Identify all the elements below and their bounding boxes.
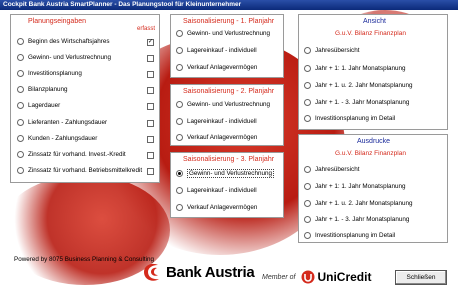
powered-by-text: Powered by 8075 Business Planning & Cons… bbox=[14, 256, 155, 263]
radio-button[interactable] bbox=[176, 47, 183, 54]
bank-austria-swirl-icon bbox=[144, 263, 159, 281]
planning-panel: Planungseingaben erfasst Beginn des Wirt… bbox=[10, 14, 160, 183]
radio-button[interactable] bbox=[304, 47, 311, 54]
seasonal-panel-1: Saisonalisierung - 1. Planjahr Gewinn- u… bbox=[170, 14, 284, 78]
planning-item[interactable]: Beginn des Wirtschaftsjahres bbox=[17, 37, 110, 46]
view-item[interactable]: Investitionsplanung im Detail bbox=[304, 114, 395, 123]
radio-button[interactable] bbox=[17, 119, 24, 126]
print-panel: Ausdrucke G.u.V. Bilanz Finanzplan Jahre… bbox=[298, 134, 448, 243]
planning-header: Planungseingaben bbox=[28, 18, 86, 25]
erfasst-checkbox bbox=[147, 136, 154, 143]
radio-button[interactable] bbox=[304, 115, 311, 122]
seasonal-item[interactable]: Verkauf Anlagevermögen bbox=[176, 203, 257, 212]
seasonal-item[interactable]: Gewinn- und Verlustrechnung bbox=[176, 100, 270, 109]
planning-item[interactable]: Zinssatz für vorhand. Betriebsmittelkred… bbox=[17, 166, 142, 175]
close-button[interactable]: Schließen bbox=[395, 270, 447, 285]
seasonal-header-1: Saisonalisierung - 1. Planjahr bbox=[183, 18, 275, 25]
radio-button[interactable] bbox=[304, 183, 311, 190]
radio-button[interactable] bbox=[176, 118, 183, 125]
radio-button[interactable] bbox=[304, 200, 311, 207]
print-item[interactable]: Jahr + 1. u. 2. Jahr Monatsplanung bbox=[304, 199, 413, 208]
radio-button[interactable] bbox=[304, 82, 311, 89]
print-item[interactable]: Jahresübersicht bbox=[304, 165, 359, 174]
radio-button[interactable] bbox=[17, 135, 24, 142]
window-title: Cockpit Bank Austria SmartPlanner - Das … bbox=[0, 0, 458, 10]
seasonal-item[interactable]: Lagereinkauf - individuell bbox=[176, 117, 257, 126]
seasonal-panel-3: Saisonalisierung - 3. Planjahr Gewinn- u… bbox=[170, 152, 284, 218]
print-subheader: G.u.V. Bilanz Finanzplan bbox=[335, 150, 406, 157]
erfasst-checkbox bbox=[147, 152, 154, 159]
view-header: Ansicht bbox=[363, 18, 386, 25]
view-item[interactable]: Jahr + 1: 1. Jahr Monatsplanung bbox=[304, 64, 406, 73]
erfasst-checkbox bbox=[147, 87, 154, 94]
seasonal-item[interactable]: Gewinn- und Verlustrechnung bbox=[176, 29, 270, 38]
radio-button[interactable] bbox=[17, 54, 24, 61]
planning-item[interactable]: Investitionsplanung bbox=[17, 69, 82, 78]
unicredit-icon bbox=[301, 270, 315, 284]
planning-item[interactable]: Gewinn- und Verlustrechnung bbox=[17, 53, 111, 62]
seasonal-item[interactable]: Gewinn- und Verlustrechnung bbox=[176, 169, 274, 178]
print-item[interactable]: Jahr + 1: 1. Jahr Monatsplanung bbox=[304, 182, 406, 191]
print-header: Ausdrucke bbox=[357, 138, 391, 145]
erfasst-checkbox bbox=[147, 71, 154, 78]
print-item[interactable]: Jahr + 1. - 3. Jahr Monatsplanung bbox=[304, 215, 409, 224]
radio-button[interactable] bbox=[304, 232, 311, 239]
radio-button[interactable] bbox=[176, 64, 183, 71]
radio-button[interactable] bbox=[17, 70, 24, 77]
seasonal-header-2: Saisonalisierung - 2. Planjahr bbox=[183, 88, 275, 95]
planning-item[interactable]: Kunden - Zahlungsdauer bbox=[17, 134, 97, 143]
erfasst-checkbox bbox=[147, 55, 154, 62]
view-subheader: G.u.V. Bilanz Finanzplan bbox=[335, 30, 406, 37]
erfasst-checkbox bbox=[147, 120, 154, 127]
unicredit-logo: Member of UniCredit bbox=[262, 270, 371, 284]
radio-button[interactable] bbox=[17, 102, 24, 109]
radio-button[interactable] bbox=[176, 170, 183, 177]
radio-button[interactable] bbox=[176, 134, 183, 141]
view-item[interactable]: Jahresübersicht bbox=[304, 46, 359, 55]
planning-item[interactable]: Zinssatz für vorhand. Invest.-Kredit bbox=[17, 150, 126, 159]
planning-item[interactable]: Lagerdauer bbox=[17, 101, 60, 110]
member-of-text: Member of bbox=[262, 273, 296, 281]
radio-button[interactable] bbox=[304, 166, 311, 173]
planning-item[interactable]: Lieferanten - Zahlungsdauer bbox=[17, 118, 107, 127]
app-window: Cockpit Bank Austria SmartPlanner - Das … bbox=[0, 0, 458, 291]
bank-austria-logo: Bank Austria bbox=[142, 262, 255, 282]
radio-button[interactable] bbox=[176, 30, 183, 37]
seasonal-header-3: Saisonalisierung - 3. Planjahr bbox=[183, 156, 275, 163]
bank-name: Bank Austria bbox=[166, 263, 255, 281]
radio-button[interactable] bbox=[17, 38, 24, 45]
seasonal-item[interactable]: Verkauf Anlagevermögen bbox=[176, 63, 257, 72]
seasonal-item[interactable]: Verkauf Anlagevermögen bbox=[176, 133, 257, 142]
radio-button[interactable] bbox=[176, 101, 183, 108]
radio-button[interactable] bbox=[304, 99, 311, 106]
radio-button[interactable] bbox=[304, 216, 311, 223]
view-item[interactable]: Jahr + 1. - 3. Jahr Monatsplanung bbox=[304, 98, 409, 107]
radio-button[interactable] bbox=[17, 151, 24, 158]
unicredit-name: UniCredit bbox=[317, 270, 372, 284]
planning-item[interactable]: Bilanzplanung bbox=[17, 85, 68, 94]
seasonal-item[interactable]: Lagereinkauf - individuell bbox=[176, 186, 257, 195]
radio-button[interactable] bbox=[17, 86, 24, 93]
seasonal-panel-2: Saisonalisierung - 2. Planjahr Gewinn- u… bbox=[170, 84, 284, 146]
erfasst-checkbox: ✓ bbox=[147, 39, 154, 46]
print-item[interactable]: Investitionsplanung im Detail bbox=[304, 231, 395, 240]
radio-button[interactable] bbox=[17, 167, 24, 174]
radio-button[interactable] bbox=[304, 65, 311, 72]
seasonal-item[interactable]: Lagereinkauf - individuell bbox=[176, 46, 257, 55]
erfasst-checkbox bbox=[147, 103, 154, 110]
view-item[interactable]: Jahr + 1. u. 2. Jahr Monatsplanung bbox=[304, 81, 413, 90]
radio-button[interactable] bbox=[176, 204, 183, 211]
erfasst-label: erfasst bbox=[137, 26, 156, 32]
view-panel: Ansicht G.u.V. Bilanz Finanzplan Jahresü… bbox=[298, 14, 448, 130]
radio-button[interactable] bbox=[176, 187, 183, 194]
erfasst-checkbox bbox=[147, 168, 154, 175]
